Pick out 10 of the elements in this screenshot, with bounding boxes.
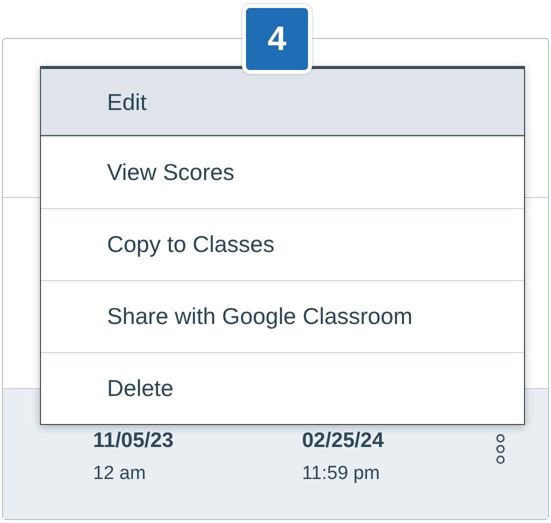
menu-item[interactable]: Share with Google Classroom bbox=[41, 280, 524, 352]
due-time: 11:59 pm bbox=[302, 463, 380, 485]
start-time: 12 am bbox=[93, 463, 146, 485]
more-options-icon[interactable] bbox=[495, 434, 506, 464]
menu-item[interactable]: Delete bbox=[41, 352, 524, 424]
menu-item[interactable]: Edit bbox=[41, 69, 524, 136]
menu-item[interactable]: View Scores bbox=[41, 136, 524, 208]
due-date: 02/25/24 bbox=[302, 429, 384, 453]
menu-item[interactable]: Copy to Classes bbox=[41, 208, 524, 280]
start-date: 11/05/23 bbox=[93, 429, 174, 453]
